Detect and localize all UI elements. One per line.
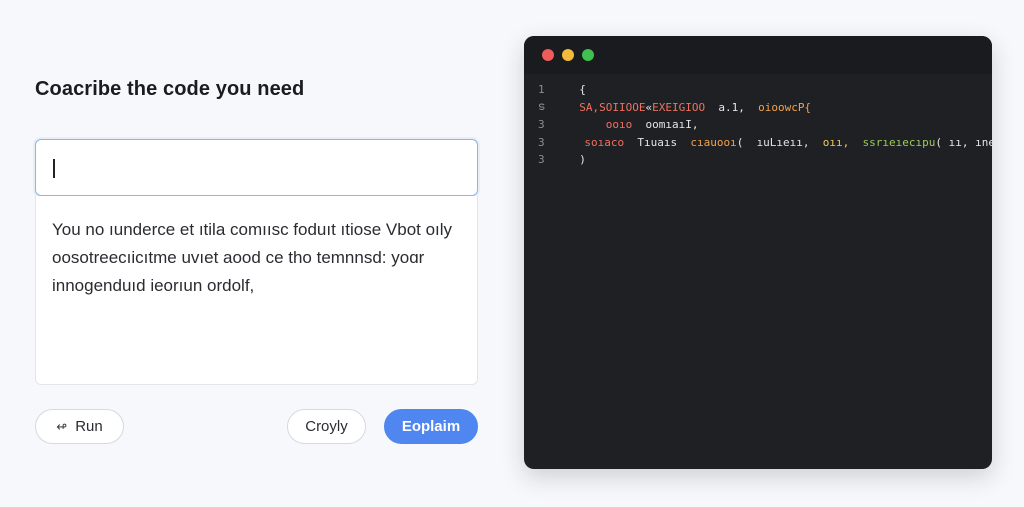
line-number: 3 [538, 153, 545, 167]
code-line: 3 ooıo oomıaıI, [524, 116, 992, 134]
line-number: 3 [538, 135, 545, 149]
line-number: ട [538, 100, 545, 114]
run-icon: ↫ [56, 418, 68, 434]
code-description-input[interactable] [35, 139, 478, 196]
explanation-line: innogenduıd ieorıun ordolf, [52, 276, 255, 295]
code-token: oioowcP{ [758, 100, 812, 114]
code-editor-window: 1 {ട SA,SOIIOOE «EXEIGIOO a.1, oioowcP{3 … [524, 36, 992, 469]
code-token: oomıaıI, [638, 118, 699, 132]
run-button[interactable]: ↫ Run [35, 409, 124, 444]
explanation-line: oosotreecıicıtme uvıet aood ce tho temnn… [52, 248, 425, 267]
line-number: 1 [538, 83, 545, 97]
code-token: EXEIGIOO [652, 100, 706, 114]
code-token: ıuLıeıı, [756, 135, 817, 149]
code-token: soıaco [544, 135, 631, 149]
code-area[interactable]: 1 {ട SA,SOIIOOE «EXEIGIOO a.1, oioowcP{3 … [524, 81, 992, 169]
code-token: a.1, [705, 100, 759, 114]
explanation-line: You no ıunderce et ıtila comıısc foduıt … [52, 220, 453, 239]
code-token: Tıuaıs [630, 135, 684, 149]
code-token: SA,SOIIOOE [566, 100, 646, 114]
code-token: ( ıı, ıneı [935, 135, 992, 149]
explain-button[interactable]: Eoplaim [384, 409, 478, 444]
explanation-panel: You no ıunderce et ıtila comıısc foduıt … [35, 196, 478, 385]
line-number: 3 [538, 118, 545, 132]
text-caret [53, 159, 55, 178]
code-token: ooıo [566, 118, 639, 132]
code-token: oıı, [816, 135, 856, 149]
copy-button[interactable]: Croyly [287, 409, 366, 444]
window-titlebar [524, 36, 992, 74]
code-line: 3 soıaco Tıuaıs cıauooı( ıuLıeıı, oıı, s… [524, 134, 992, 152]
page-title: Coacribe the code you need [35, 78, 305, 100]
code-token: « [645, 100, 653, 114]
maximize-window-dot[interactable] [582, 49, 594, 61]
code-token: ) [566, 153, 586, 167]
close-window-dot[interactable] [542, 49, 554, 61]
code-token: cıauooı [683, 135, 737, 149]
code-line: 1 { [524, 81, 992, 99]
minimize-window-dot[interactable] [562, 49, 574, 61]
code-token: ssrıeıecıpu [855, 135, 936, 149]
code-token: ( [736, 135, 757, 149]
copy-button-label: Croyly [305, 418, 348, 435]
explain-button-label: Eoplaim [401, 418, 461, 435]
code-line: 3 ) [524, 151, 992, 169]
code-line: ട SA,SOIIOOE «EXEIGIOO a.1, oioowcP{ [524, 99, 992, 117]
run-button-label: Run [75, 418, 103, 435]
code-token: { [566, 83, 586, 97]
explanation-text: You no ıunderce et ıtila comıısc foduıt … [52, 216, 457, 300]
